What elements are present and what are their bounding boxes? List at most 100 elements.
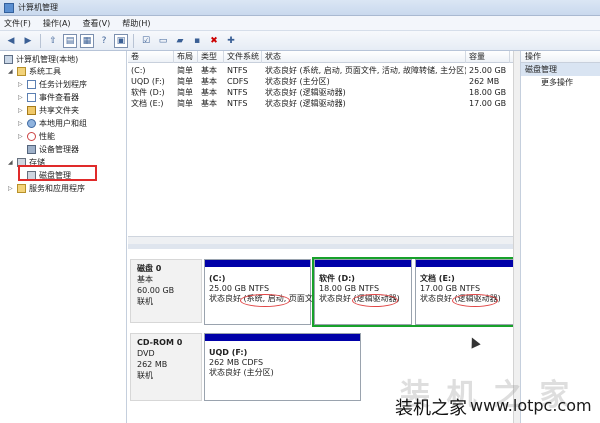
- volume-filesystem: NTFS: [227, 66, 248, 75]
- toolbar: ◀ ▶ ⇧ ▤ ▦ ? ▣ ☑ ▭ ▰ ▪ ✖ ✚: [0, 31, 600, 51]
- horizontal-scrollbar[interactable]: [128, 236, 520, 244]
- partition-c[interactable]: (C:) 25.00 GB NTFS 状态良好 (系统, 启动, 页面文: [204, 259, 313, 325]
- tree-label: 本地用户和组: [39, 118, 87, 128]
- volume-capacity: 18.00 GB: [469, 88, 507, 97]
- toolbar-separator: [40, 33, 41, 48]
- collapse-arrow-icon[interactable]: ◢: [8, 68, 15, 75]
- disk-name: CD-ROM 0: [137, 338, 183, 347]
- watermark-url: www.lotpc.com: [470, 396, 592, 415]
- export-icon[interactable]: ▣: [114, 33, 128, 48]
- disk-type: DVD: [137, 349, 155, 358]
- new-icon[interactable]: ✚: [224, 34, 238, 48]
- volume-capacity: 25.00 GB: [469, 66, 507, 75]
- disk-size: 60.00 GB: [137, 286, 175, 295]
- column-header[interactable]: 卷: [128, 51, 174, 63]
- volume-capacity: 17.00 GB: [469, 99, 507, 108]
- tree-item-root[interactable]: 计算机管理(本地): [4, 53, 78, 65]
- expand-arrow-icon[interactable]: ▷: [18, 94, 25, 101]
- action-disk-management[interactable]: 磁盘管理: [521, 63, 600, 76]
- forward-icon[interactable]: ▶: [21, 34, 35, 48]
- volume-type: 基本: [201, 99, 217, 108]
- volume-status: 状态良好 (逻辑驱动器): [265, 99, 346, 108]
- expand-arrow-icon[interactable]: ▷: [8, 185, 15, 192]
- partition-f[interactable]: UQD (F:) 262 MB CDFS 状态良好 (主分区): [204, 333, 361, 401]
- clock-icon: [27, 79, 36, 89]
- window-title: 计算机管理: [18, 3, 58, 12]
- tree-label: 计算机管理(本地): [16, 54, 79, 64]
- tree-item-task-scheduler[interactable]: ▷ 任务计划程序: [18, 78, 87, 90]
- volume-row[interactable]: 文档 (E:) 简单 基本 NTFS 状态良好 (逻辑驱动器) 17.00 GB…: [128, 98, 520, 109]
- menu-file[interactable]: 文件(F): [4, 18, 31, 29]
- vertical-scrollbar[interactable]: [513, 51, 520, 423]
- volume-status: 状态良好 (逻辑驱动器): [265, 88, 346, 97]
- tree-item-shared-folders[interactable]: ▷ 共享文件夹: [18, 104, 79, 116]
- save-icon[interactable]: ▪: [190, 34, 204, 48]
- navigation-tree: 计算机管理(本地) ◢ 系统工具 ▷ 任务计划程序 ▷ 事件查看器 ▷ 共享文件…: [0, 51, 127, 423]
- volume-name: UQD (F:): [131, 77, 165, 86]
- disk0-label[interactable]: 磁盘 0 基本 60.00 GB 联机: [130, 259, 202, 323]
- open-icon[interactable]: ▭: [156, 34, 170, 48]
- back-icon[interactable]: ◀: [4, 34, 18, 48]
- volume-type: 基本: [201, 66, 217, 75]
- collapse-arrow-icon[interactable]: ◢: [8, 159, 15, 166]
- tree-label: 系统工具: [29, 66, 61, 76]
- column-header[interactable]: 布局: [174, 51, 198, 63]
- show-tree-icon[interactable]: ▤: [63, 33, 77, 48]
- delete-icon[interactable]: ✖: [207, 34, 221, 48]
- volume-layout: 简单: [177, 99, 193, 108]
- partition-status: 状态良好 (主分区): [209, 368, 274, 377]
- shared-folder-icon: [27, 105, 36, 115]
- selection-highlight: [312, 257, 517, 327]
- tree-item-event-viewer[interactable]: ▷ 事件查看器: [18, 91, 79, 103]
- partition-size: 262 MB CDFS: [209, 358, 264, 367]
- tree-item-local-users[interactable]: ▷ 本地用户和组: [18, 117, 87, 129]
- volume-row[interactable]: 软件 (D:) 简单 基本 NTFS 状态良好 (逻辑驱动器) 18.00 GB…: [128, 87, 520, 98]
- menu-bar: 文件(F) 操作(A) 查看(V) 帮助(H): [0, 16, 600, 31]
- menu-view[interactable]: 查看(V): [83, 18, 111, 29]
- volume-filesystem: CDFS: [227, 77, 249, 86]
- disk-name: 磁盘 0: [137, 264, 162, 273]
- menu-action[interactable]: 操作(A): [43, 18, 71, 29]
- disk-size: 262 MB: [137, 360, 168, 369]
- tools-icon: [17, 66, 26, 76]
- tree-label: 性能: [39, 131, 55, 141]
- volume-layout: 简单: [177, 77, 193, 86]
- partition-name: (C:): [209, 274, 226, 283]
- expand-arrow-icon[interactable]: ▷: [18, 81, 25, 88]
- volume-filesystem: NTFS: [227, 88, 248, 97]
- menu-help[interactable]: 帮助(H): [122, 18, 150, 29]
- tree-item-system-tools[interactable]: ◢ 系统工具: [8, 65, 61, 77]
- column-header[interactable]: 状态: [262, 51, 466, 63]
- up-icon[interactable]: ⇧: [46, 34, 60, 48]
- actions-pane: 操作 磁盘管理 更多操作: [520, 51, 600, 423]
- volume-name: 软件 (D:): [131, 88, 165, 97]
- expand-arrow-icon[interactable]: ▷: [18, 107, 25, 114]
- column-header[interactable]: 类型: [198, 51, 224, 63]
- expand-arrow-icon[interactable]: ▷: [18, 120, 25, 127]
- tree-item-performance[interactable]: ▷ 性能: [18, 130, 55, 142]
- volume-capacity: 262 MB: [469, 77, 500, 86]
- volume-row[interactable]: UQD (F:) 简单 基本 CDFS 状态良好 (主分区) 262 MB 0: [128, 76, 520, 87]
- expand-arrow-icon[interactable]: ▷: [18, 133, 25, 140]
- computer-icon: [4, 54, 13, 64]
- action-more[interactable]: 更多操作: [521, 76, 600, 89]
- annotation-circle: [240, 294, 290, 307]
- folder-icon[interactable]: ▰: [173, 34, 187, 48]
- volume-status: 状态良好 (主分区): [265, 77, 330, 86]
- services-icon: [17, 183, 26, 193]
- cdrom0-label[interactable]: CD-ROM 0 DVD 262 MB 联机: [130, 333, 202, 401]
- disk-status: 联机: [137, 297, 153, 306]
- tree-item-services[interactable]: ▷ 服务和应用程序: [8, 182, 85, 194]
- volume-name: (C:): [131, 66, 146, 75]
- volume-filesystem: NTFS: [227, 99, 248, 108]
- volume-layout: 简单: [177, 66, 193, 75]
- volume-row[interactable]: (C:) 简单 基本 NTFS 状态良好 (系统, 启动, 页面文件, 活动, …: [128, 65, 520, 76]
- column-header[interactable]: 容量: [466, 51, 510, 63]
- help-icon[interactable]: ?: [97, 34, 111, 48]
- tree-item-device-manager[interactable]: 设备管理器: [27, 143, 79, 155]
- title-bar: 计算机管理: [0, 0, 600, 16]
- checklist-icon[interactable]: ☑: [139, 34, 153, 48]
- properties-icon[interactable]: ▦: [80, 33, 94, 48]
- partition-name: UQD (F:): [209, 348, 248, 357]
- column-header[interactable]: 文件系统: [224, 51, 262, 63]
